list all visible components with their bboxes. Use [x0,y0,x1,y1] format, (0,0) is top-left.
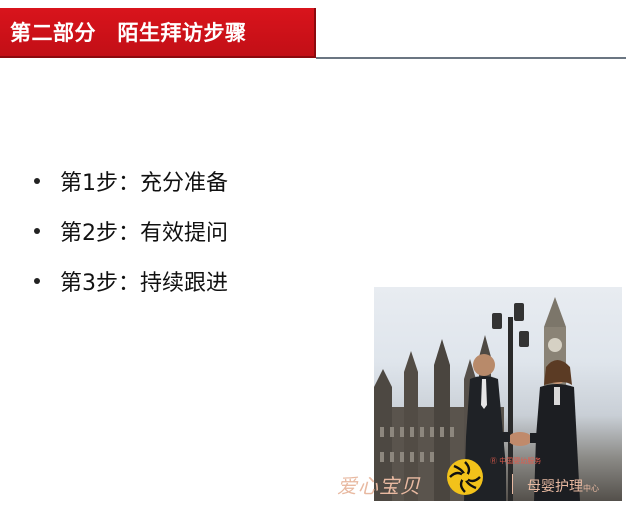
section-title: 第二部分 陌生拜访步骤 [10,21,247,45]
step-label: 第2步：有效提问 [60,221,228,246]
brand-name-right-main: 母婴护理 [527,479,583,495]
step-label: 第3步：持续跟进 [60,271,228,296]
header-divider [316,57,626,59]
step-label: 第1步：充分准备 [60,171,228,196]
brand-name-left: 爱心宝贝 [337,474,421,498]
brand-logo: 爱心宝贝 Ⓡ 中国婴幼服务 母婴护理中心 [334,452,626,502]
sun-logo-icon [447,459,483,495]
list-item: 第2步：有效提问 [30,206,228,256]
list-item: 第3步：持续跟进 [30,256,228,306]
bullet-dot-icon [30,274,44,288]
bullet-dot-icon [30,174,44,188]
section-header: 第二部分 陌生拜访步骤 [0,8,316,58]
list-item: 第1步：充分准备 [30,156,228,206]
logo-divider [512,474,513,494]
step-list: 第1步：充分准备 第2步：有效提问 第3步：持续跟进 [30,156,228,306]
logo-caption: Ⓡ 中国婴幼服务 [490,457,542,465]
brand-name-right-suffix: 中心 [583,484,599,493]
bullet-dot-icon [30,224,44,238]
brand-name-right: 母婴护理中心 [527,476,599,496]
